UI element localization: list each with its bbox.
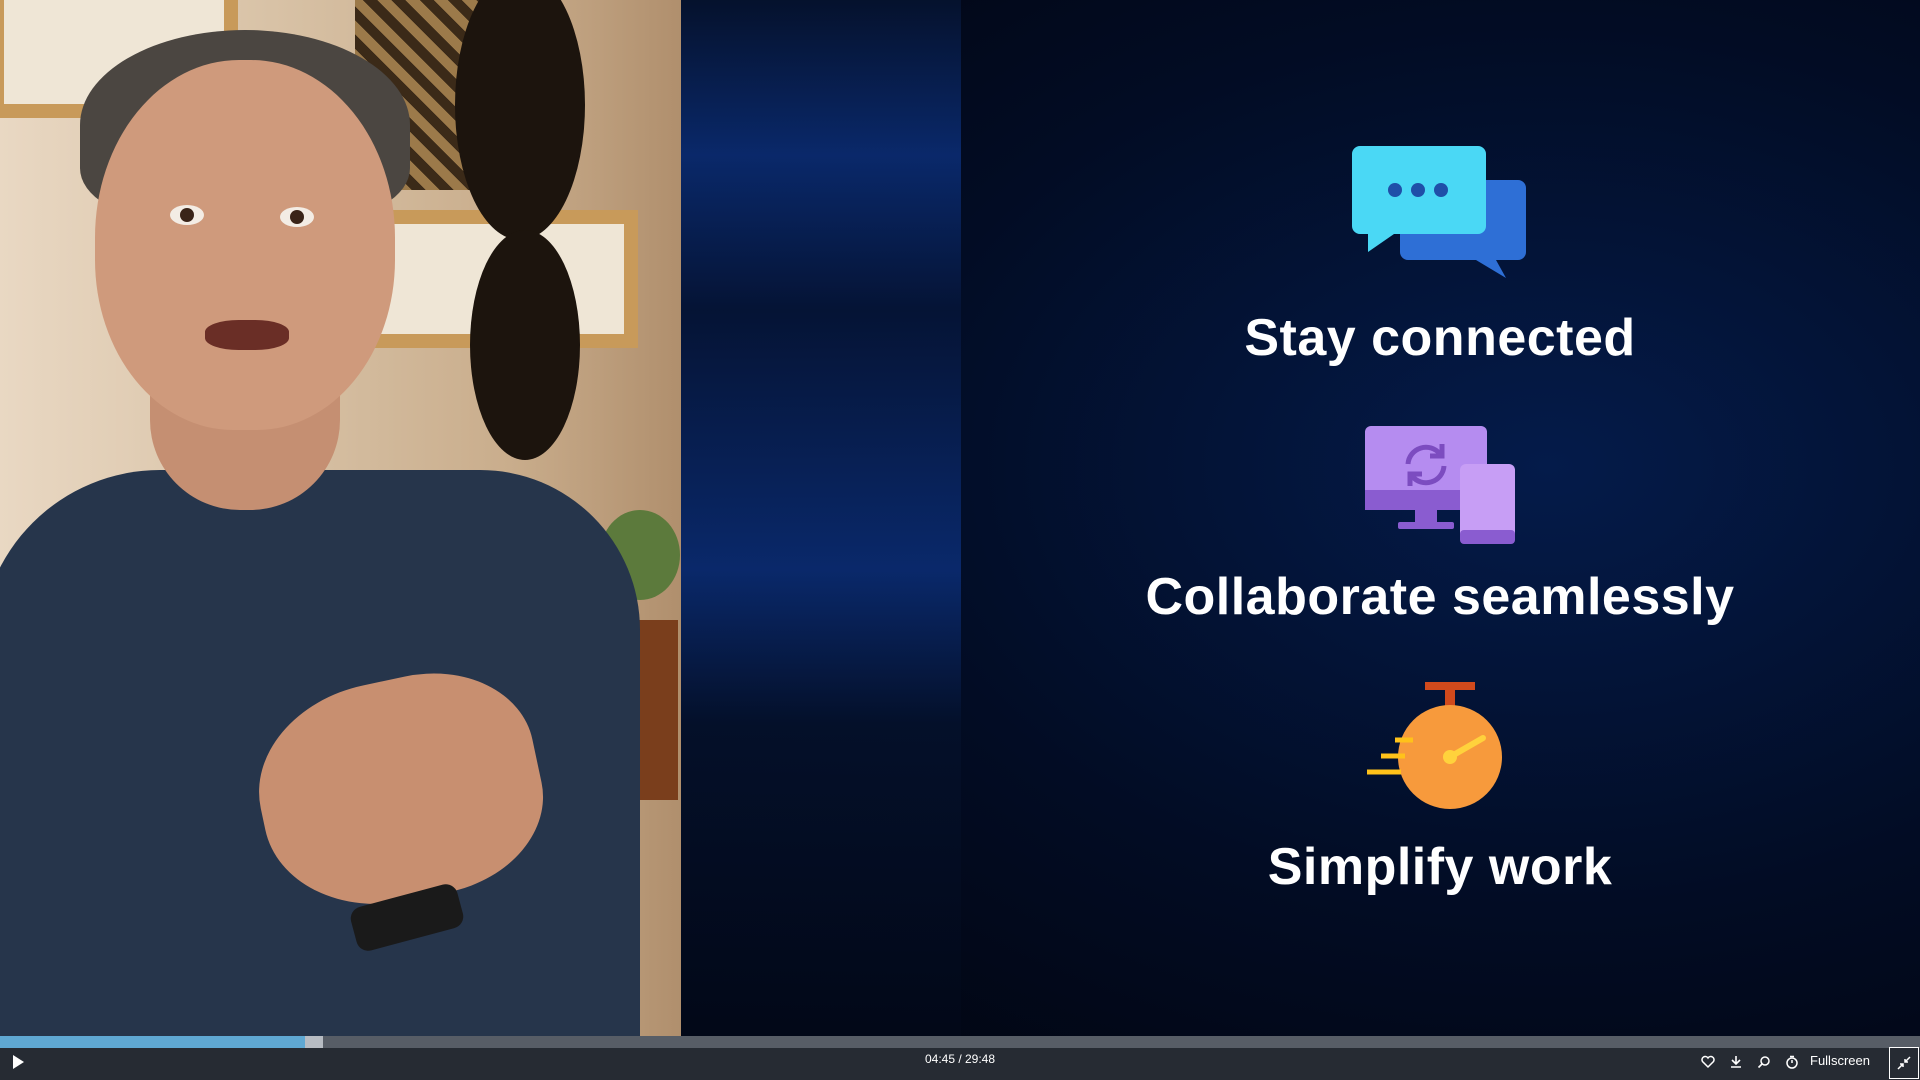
search-button[interactable] <box>1754 1050 1774 1074</box>
download-button[interactable] <box>1726 1050 1746 1074</box>
download-icon <box>1731 1056 1741 1068</box>
play-button[interactable] <box>8 1050 28 1074</box>
stopwatch-icon <box>1367 682 1502 809</box>
feature-stay-connected: Stay connected <box>1130 140 1750 368</box>
feature-simplify-work: Simplify work <box>1130 680 1750 897</box>
speed-button[interactable] <box>1782 1050 1802 1074</box>
timer-icon <box>1786 1055 1798 1069</box>
progress-bar[interactable] <box>0 1036 1920 1048</box>
search-icon <box>1757 1056 1770 1069</box>
presenter-video <box>0 0 681 1036</box>
exit-fullscreen-icon <box>1897 1056 1911 1070</box>
feature-collaborate: Collaborate seamlessly <box>1130 422 1750 627</box>
play-icon <box>13 1055 24 1069</box>
buffered-segment <box>305 1036 323 1048</box>
chat-bubbles-icon <box>1352 146 1526 278</box>
video-frame[interactable]: Stay connected Collaborate seamlessly Si… <box>0 0 1920 1036</box>
time-display: 04:45 / 29:48 <box>924 1052 996 1066</box>
feature-label: Simplify work <box>1267 838 1613 896</box>
heart-icon <box>1701 1055 1715 1069</box>
sync-devices-icon <box>1365 426 1515 544</box>
fullscreen-button[interactable]: Fullscreen <box>1810 1053 1870 1068</box>
feature-label: Stay connected <box>1244 309 1636 367</box>
exit-fullscreen-button[interactable] <box>1889 1047 1919 1079</box>
played-segment <box>0 1036 306 1048</box>
feature-label: Collaborate seamlessly <box>1145 568 1735 626</box>
favorite-button[interactable] <box>1698 1050 1718 1074</box>
